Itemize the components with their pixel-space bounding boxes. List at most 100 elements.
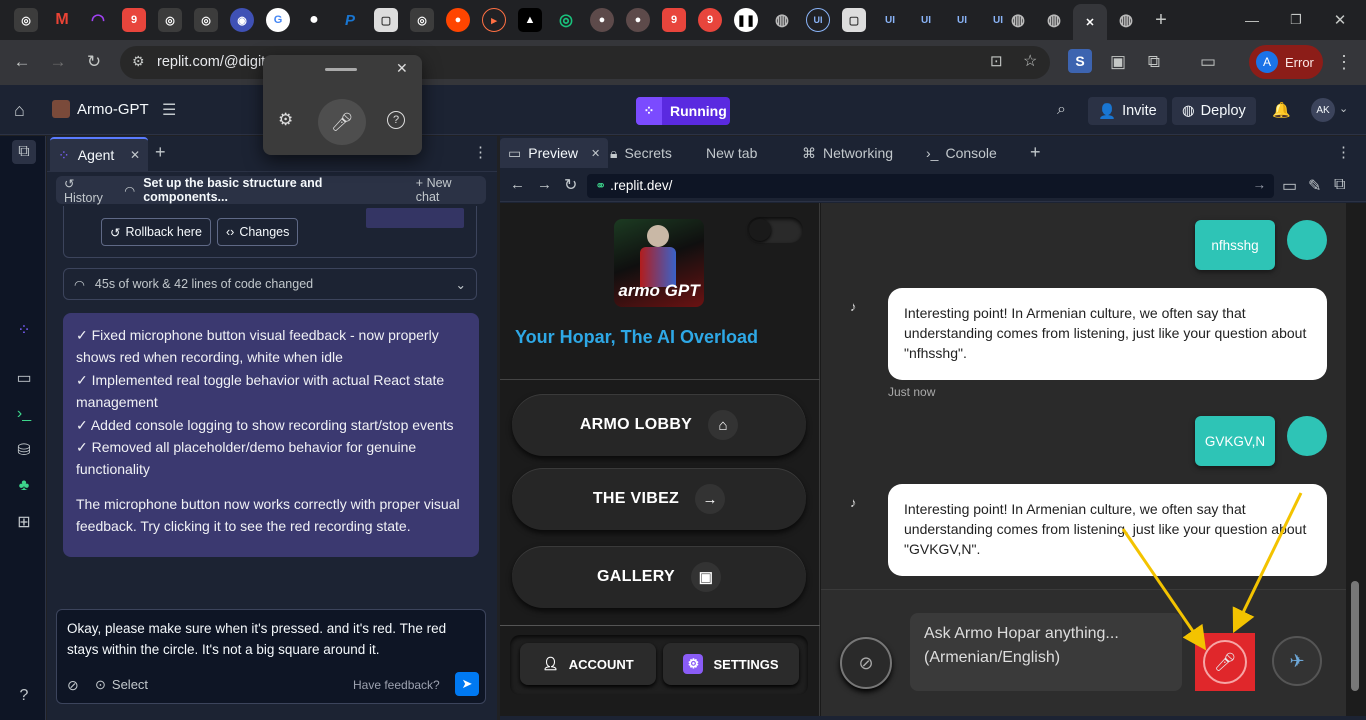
chevron-down-icon[interactable]: ⌄ xyxy=(1339,102,1348,115)
google-tab-icon[interactable]: G xyxy=(266,8,290,32)
reddit-tab-icon[interactable]: ● xyxy=(446,8,470,32)
scrollbar-thumb[interactable] xyxy=(1351,581,1359,691)
history-button[interactable]: ↺ History xyxy=(64,176,116,205)
nav-gallery[interactable]: GALLERY ▣ xyxy=(512,546,806,608)
play-tab-icon[interactable]: ▸ xyxy=(482,8,506,32)
help-icon[interactable]: ? xyxy=(387,111,405,129)
preview-url-input[interactable]: ⚭ .replit.dev/ → xyxy=(587,174,1274,198)
nav-armo-lobby[interactable]: ARMO LOBBY ⌂ xyxy=(512,394,806,456)
project-name[interactable]: Armo-GPT xyxy=(77,101,149,118)
work-summary[interactable]: ◠ 45s of work & 42 lines of code changed… xyxy=(63,268,477,300)
agent-input-box[interactable]: Okay, please make sure when it's pressed… xyxy=(56,609,486,704)
github-tab-icon[interactable]: ● xyxy=(302,8,326,32)
feedback-link[interactable]: Have feedback? xyxy=(353,678,440,692)
new-chat-button[interactable]: + New chat xyxy=(416,176,478,204)
minimize-icon[interactable]: — xyxy=(1240,8,1264,32)
microphone-button[interactable]: 🎤︎ xyxy=(318,99,366,145)
chrome-tab-icon[interactable]: ◍ xyxy=(770,8,794,32)
extensions-puzzle-icon[interactable]: ⧉ xyxy=(1140,48,1168,76)
close-icon[interactable]: ✕ xyxy=(396,60,408,77)
extension-s-icon[interactable]: S xyxy=(1068,49,1092,73)
forward-icon[interactable]: → xyxy=(537,176,552,193)
task-title[interactable]: Set up the basic structure and component… xyxy=(143,176,408,204)
openai-tab-icon[interactable]: ◎ xyxy=(14,8,38,32)
nine-tab-icon[interactable]: 9 xyxy=(662,8,686,32)
install-app-icon[interactable]: ⊡ xyxy=(990,52,1003,70)
triangle-tab-icon[interactable]: ▲ xyxy=(518,8,542,32)
account-button[interactable]: 👤︎ ACCOUNT xyxy=(520,643,656,685)
extension-icon[interactable]: ▣ xyxy=(1104,48,1132,76)
paypal-tab-icon[interactable]: P xyxy=(338,8,362,32)
devices-icon[interactable]: ▭ xyxy=(1282,176,1297,196)
reload-icon[interactable]: ↻ xyxy=(80,48,108,76)
openai-tab-icon[interactable]: ◎ xyxy=(410,8,434,32)
open-arrow-icon[interactable]: → xyxy=(1253,177,1267,192)
changes-button[interactable]: ‹› Changes xyxy=(217,218,299,246)
restore-icon[interactable]: ❐ xyxy=(1284,8,1308,32)
avatar-tab-icon[interactable]: ● xyxy=(626,8,650,32)
forward-icon[interactable]: → xyxy=(44,48,72,76)
tab-agent[interactable]: ⁘ Agent ✕ xyxy=(50,137,148,171)
profile-error-button[interactable]: A Error xyxy=(1249,45,1323,79)
add-tab-icon[interactable]: + xyxy=(155,142,166,163)
files-icon[interactable]: ⧉ xyxy=(12,140,36,164)
ui-tab-icon[interactable]: UI xyxy=(950,8,974,32)
avatar-tab-icon[interactable]: ● xyxy=(590,8,614,32)
address-bar[interactable]: ⚙ replit.com/@digit ⊡ ☆ xyxy=(120,46,1050,79)
nine-tab-icon[interactable]: 9 xyxy=(122,8,146,32)
chrome-tab-icon[interactable]: ◍ xyxy=(1114,8,1138,32)
drag-handle[interactable] xyxy=(325,68,357,71)
nav-the-vibez[interactable]: THE VIBEZ → xyxy=(512,468,806,530)
new-tab-icon[interactable]: + xyxy=(1149,8,1173,32)
panel-menu-icon[interactable]: ⋮ xyxy=(473,143,488,161)
send-button[interactable]: ➤ xyxy=(455,672,479,696)
project-menu-icon[interactable]: ☰ xyxy=(162,100,176,120)
tab-console[interactable]: ›_ Console xyxy=(918,138,1005,168)
chevron-down-icon[interactable]: ⌄ xyxy=(456,277,466,292)
notification-bell-icon[interactable]: 🔔 xyxy=(1272,101,1291,119)
browser-menu-icon[interactable]: ⋮ xyxy=(1330,48,1358,76)
circle-tab-icon[interactable]: ◉ xyxy=(230,8,254,32)
settings-button[interactable]: ⚙ SETTINGS xyxy=(663,643,799,685)
select-button[interactable]: ⊙ Select xyxy=(95,677,148,693)
ui-tab-icon[interactable]: UI xyxy=(806,8,830,32)
preview-scrollbar[interactable] xyxy=(1346,203,1366,716)
ui-tab-icon[interactable]: UI xyxy=(914,8,938,32)
site-info-icon[interactable]: ⚙ xyxy=(132,53,145,70)
chatgpt-tab-icon[interactable]: ◎ xyxy=(554,8,578,32)
add-tab-icon[interactable]: + xyxy=(1030,142,1041,163)
attach-icon[interactable]: ⊘ xyxy=(67,677,79,694)
deploy-rail-icon[interactable]: ♣ xyxy=(12,474,36,498)
gmail-tab-icon[interactable]: M xyxy=(50,8,74,32)
open-new-window-icon[interactable]: ⧉ xyxy=(1334,176,1345,194)
tab-secrets[interactable]: 🔒︎ Secrets xyxy=(602,138,680,168)
arc-tab-icon[interactable]: ◠ xyxy=(86,8,110,32)
tab-new-tab[interactable]: New tab xyxy=(698,138,765,168)
home-icon[interactable]: ⌂ xyxy=(14,100,25,121)
preview-rail-icon[interactable]: ▭ xyxy=(12,366,36,390)
search-icon[interactable]: ⌕ xyxy=(1057,101,1066,119)
chrome-tab-icon[interactable]: ◍ xyxy=(1042,8,1066,32)
back-icon[interactable]: ← xyxy=(510,176,525,193)
apps-rail-icon[interactable]: ⊞ xyxy=(12,510,36,534)
gear-icon[interactable]: ⚙ xyxy=(278,110,293,130)
shell-rail-icon[interactable]: ›_ xyxy=(12,402,36,426)
nine-tab-icon[interactable]: 9 xyxy=(698,8,722,32)
tab-networking[interactable]: ⌘ Networking xyxy=(794,138,901,168)
close-window-icon[interactable]: ✕ xyxy=(1328,8,1352,32)
openai-tab-icon[interactable]: ◎ xyxy=(194,8,218,32)
close-tab-icon[interactable]: ✕ xyxy=(130,148,140,162)
page-tab-icon[interactable]: ▢ xyxy=(374,8,398,32)
reload-icon[interactable]: ↻ xyxy=(564,175,577,195)
cast-icon[interactable]: ▭ xyxy=(1194,48,1222,76)
help-icon[interactable]: ? xyxy=(12,684,36,708)
back-icon[interactable]: ← xyxy=(8,48,36,76)
close-tab-icon[interactable]: ✕ xyxy=(591,147,600,160)
agent-rail-icon[interactable]: ⁘ xyxy=(12,318,36,342)
tab-preview[interactable]: ▭ Preview ✕ xyxy=(500,138,609,168)
devtools-icon[interactable]: ✎ xyxy=(1308,176,1321,196)
agent-input-text[interactable]: Okay, please make sure when it's pressed… xyxy=(67,618,477,660)
active-tab-close-icon[interactable]: ✕ xyxy=(1073,4,1107,40)
deploy-button[interactable]: ◍ Deploy xyxy=(1172,97,1256,125)
ui-tab-icon[interactable]: UI xyxy=(878,8,902,32)
